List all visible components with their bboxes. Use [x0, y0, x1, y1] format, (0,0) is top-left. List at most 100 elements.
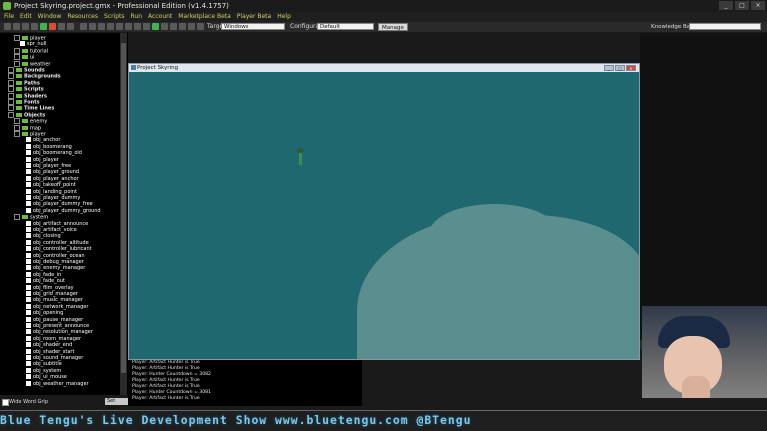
menu-edit[interactable]: Edit	[20, 12, 32, 22]
set-table-button[interactable]: Set Table	[105, 398, 128, 411]
close-button[interactable]: ×	[751, 1, 765, 10]
object-sprite-icon	[26, 367, 31, 373]
menu-scripts[interactable]: Scripts	[104, 12, 125, 22]
tree-expander-icon[interactable]	[14, 214, 20, 221]
scrollbar-thumb[interactable]	[121, 43, 126, 373]
tree-item-label: obj_fade_out	[33, 278, 65, 285]
menu-file[interactable]: File	[4, 12, 14, 22]
add-font-icon[interactable]	[134, 23, 141, 30]
game-close-button[interactable]: ×	[626, 65, 636, 71]
menu-resources[interactable]: Resources	[67, 12, 98, 22]
object-sprite-icon	[26, 220, 31, 226]
folder-icon	[22, 119, 28, 124]
target-select[interactable]: Windows	[221, 23, 285, 30]
object-sprite-icon	[26, 342, 31, 348]
create-exe-icon[interactable]	[58, 23, 65, 30]
tree-expander-icon[interactable]	[14, 131, 20, 137]
game-window-titlebar[interactable]: Project Skyring _ □ ×	[129, 64, 639, 72]
tree-expander-icon[interactable]	[8, 67, 14, 73]
game-maximize-button[interactable]: □	[615, 65, 625, 71]
tree-expander-icon[interactable]	[8, 99, 14, 105]
manage-button[interactable]: Manage	[378, 23, 408, 31]
tree-expander-icon[interactable]	[8, 105, 14, 112]
tree-item-label: obj_present_announce	[33, 323, 90, 329]
menu-marketplace-beta[interactable]: Marketplace Beta	[178, 12, 231, 22]
menu-window[interactable]: Window	[38, 12, 62, 22]
tree-expander-icon[interactable]	[14, 118, 20, 125]
object-sprite-icon	[26, 156, 31, 162]
tree-expander-icon[interactable]	[8, 73, 14, 80]
add-object-icon[interactable]	[152, 23, 159, 30]
object-sprite-icon	[26, 137, 31, 143]
extensions-icon[interactable]	[188, 23, 195, 30]
add-shader-icon[interactable]	[125, 23, 132, 30]
game-info-icon[interactable]	[170, 23, 177, 30]
run-game-icon[interactable]	[40, 23, 47, 30]
add-room-icon[interactable]	[161, 23, 168, 30]
new-project-icon[interactable]	[4, 23, 11, 30]
tree-item-label: obj_player_anchor	[33, 175, 79, 182]
object-sprite-icon	[26, 201, 31, 207]
tree-item-label: obj_controller_lubricant	[33, 246, 92, 253]
island-terrain	[357, 215, 639, 359]
add-script-icon[interactable]	[116, 23, 123, 30]
tree-item-label: obj_player_dummy_free	[33, 201, 93, 208]
tree-expander-icon[interactable]	[14, 54, 20, 61]
object-sprite-icon	[26, 188, 31, 194]
maximize-button[interactable]: □	[735, 1, 749, 10]
help-icon[interactable]	[197, 23, 204, 30]
game-window[interactable]: Project Skyring _ □ ×	[128, 63, 640, 360]
tree-item-label: obj_subtitle	[33, 361, 62, 368]
object-sprite-icon	[26, 182, 31, 188]
window-controls: _ □ ×	[719, 1, 765, 10]
tree-item-label: obj_shader_start	[33, 348, 75, 355]
add-sprite-icon[interactable]	[80, 23, 87, 30]
tree-item[interactable]: obj_weather_manager	[26, 380, 89, 387]
tree-expander-icon[interactable]	[8, 92, 14, 99]
menu-account[interactable]: Account	[148, 12, 172, 22]
stream-banner-text: Blue Tengu's Live Development Show www.b…	[0, 413, 472, 427]
object-sprite-icon	[26, 316, 31, 322]
tree-expander-icon[interactable]	[14, 60, 20, 67]
word-grip-checkbox[interactable]	[2, 399, 9, 406]
debug-game-icon[interactable]	[49, 23, 56, 30]
tree-expander-icon[interactable]	[14, 124, 20, 131]
right-side-panel	[640, 33, 767, 351]
configuration-select[interactable]: Default	[317, 23, 374, 30]
resource-tree-scrollbar[interactable]	[120, 33, 127, 395]
tree-item-label: obj_artifact_announce	[33, 220, 89, 227]
add-timeline-icon[interactable]	[143, 23, 150, 30]
menu-run[interactable]: Run	[131, 12, 143, 22]
tree-expander-icon[interactable]	[14, 35, 20, 41]
tree-expander-icon[interactable]	[14, 47, 20, 54]
tree-expander-icon[interactable]	[8, 111, 14, 118]
menu-help[interactable]: Help	[277, 12, 291, 22]
open-project-icon[interactable]	[13, 23, 20, 30]
tree-item-label: obj_weather_manager	[33, 380, 89, 387]
folder-icon	[16, 93, 22, 98]
add-sound-icon[interactable]	[89, 23, 96, 30]
menu-player-beta[interactable]: Player Beta	[237, 12, 271, 22]
knowledge-base-input[interactable]	[689, 23, 761, 30]
folder-icon	[22, 36, 28, 40]
save-project-icon[interactable]	[22, 23, 29, 30]
object-sprite-icon	[26, 361, 31, 367]
export-icon[interactable]	[31, 23, 38, 30]
game-minimize-button[interactable]: _	[604, 65, 614, 71]
tree-item-label: obj_sound_manager	[33, 355, 84, 361]
object-sprite-icon	[26, 278, 31, 284]
minimize-button[interactable]: _	[719, 1, 733, 10]
object-sprite-icon	[26, 291, 31, 296]
clean-icon[interactable]	[67, 23, 74, 30]
add-background-icon[interactable]	[98, 23, 105, 30]
object-sprite-icon	[26, 195, 31, 200]
add-path-icon[interactable]	[107, 23, 114, 30]
object-sprite-icon	[26, 355, 31, 360]
tree-expander-icon[interactable]	[8, 79, 14, 86]
resource-tree[interactable]: player spr_null tutorial ui weather Sounds Bac…	[0, 33, 128, 395]
object-sprite-icon	[26, 297, 31, 303]
global-settings-icon[interactable]	[179, 23, 186, 30]
tree-expander-icon[interactable]	[8, 86, 14, 93]
object-sprite-icon	[26, 348, 31, 354]
game-canvas[interactable]	[129, 72, 639, 359]
